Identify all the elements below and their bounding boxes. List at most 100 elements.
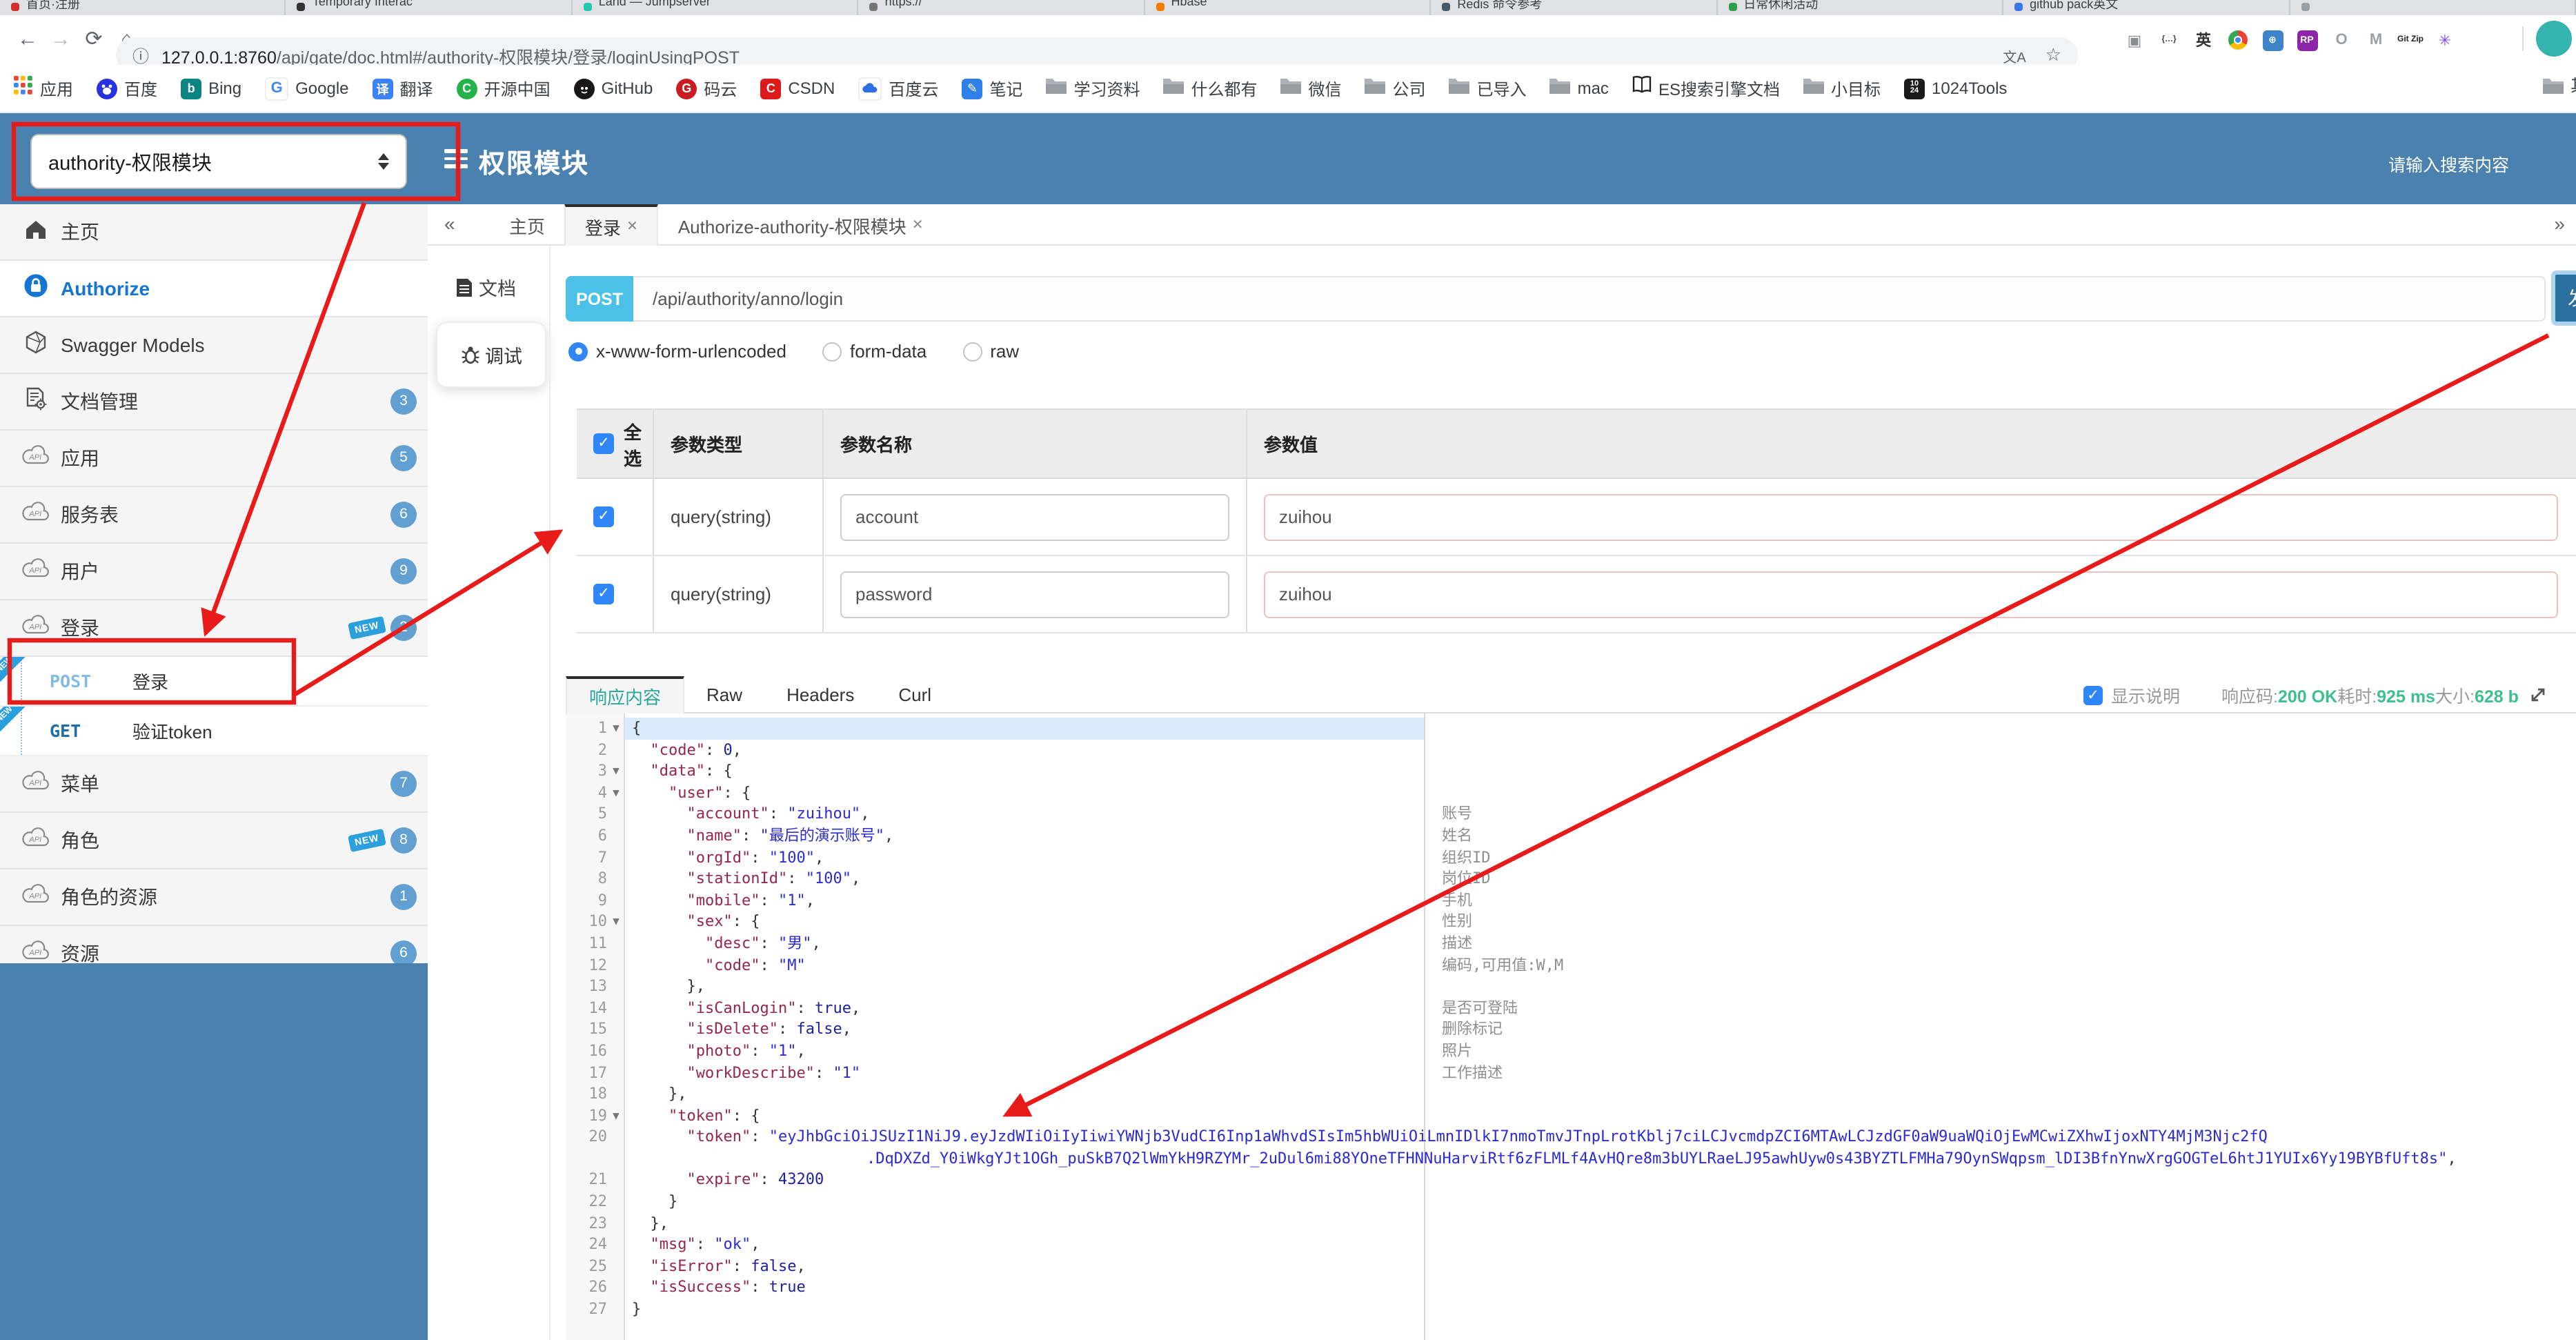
sidebar-item-主页[interactable]: 主页 <box>0 204 428 261</box>
fold-arrow-icon[interactable]: ▼ <box>608 782 624 804</box>
tab-document[interactable]: 文档 <box>455 273 516 301</box>
browser-tab[interactable]: Temporary Interac <box>286 0 573 15</box>
json-brackets-icon[interactable]: {…} <box>2155 26 2183 54</box>
bookmark-item[interactable]: C CSDN <box>760 78 835 99</box>
sidebar-item-Authorize[interactable]: Authorize <box>0 261 428 317</box>
close-tab-icon[interactable]: ✕ <box>626 219 638 234</box>
sidebar-item-服务表[interactable]: API 服务表 6 <box>0 487 428 544</box>
sidebar-item-应用[interactable]: API 应用 5 <box>0 431 428 487</box>
bookmark-item[interactable]: 公司 <box>1365 76 1426 101</box>
response-tab[interactable]: 响应内容 <box>566 676 685 713</box>
gitzip-icon[interactable]: Git Zip <box>2397 26 2424 54</box>
browser-tab[interactable]: Hbase <box>1145 0 1431 15</box>
browser-tab-strip[interactable]: 首页·注册 Temporary Interac Land — Jumpserver h… <box>0 0 2576 15</box>
expand-response-icon[interactable] <box>2530 686 2548 704</box>
bookmark-item[interactable]: ✎ 笔记 <box>962 77 1022 100</box>
translate-en-icon[interactable]: 英 <box>2190 26 2217 54</box>
globe-icon[interactable]: ⊕ <box>2259 26 2286 54</box>
content-type-option[interactable]: raw <box>962 341 1019 362</box>
browser-tab[interactable] <box>2290 0 2576 15</box>
expand-tabs-icon[interactable]: » <box>2554 213 2565 235</box>
notes-extension-icon[interactable]: ▣ <box>2121 26 2148 54</box>
param-name-input[interactable]: account <box>840 493 1229 540</box>
content-tab[interactable]: 登录 ✕ <box>564 204 659 246</box>
bookmark-item[interactable]: ES搜索引擎文档 <box>1632 76 1780 101</box>
content-tab[interactable]: 主页 <box>490 204 564 246</box>
sidebar-item-登录[interactable]: API 登录 NEW 2 <box>0 600 428 657</box>
page-info-icon[interactable]: ⓘ <box>132 43 149 67</box>
response-tab[interactable]: Raw <box>684 676 764 713</box>
bookmark-item[interactable]: GitHub <box>573 78 653 99</box>
back-icon[interactable]: ← <box>11 22 44 58</box>
tab-debug[interactable]: 调试 <box>436 322 546 388</box>
sidebar-item-Swagger Models[interactable]: Swagger Models <box>0 317 428 374</box>
send-button[interactable]: 发 <box>2551 270 2576 326</box>
bookmark-item[interactable]: 小目标 <box>1803 76 1881 101</box>
fold-arrow-icon[interactable]: ▼ <box>608 1105 624 1126</box>
request-path-field[interactable]: /api/authority/anno/login <box>633 276 2546 322</box>
bookmark-item[interactable]: G 码云 <box>676 77 737 100</box>
radio-icon[interactable] <box>568 342 588 361</box>
axure-rp-icon[interactable]: RP <box>2293 26 2321 54</box>
browser-tab[interactable]: Land — Jumpserver <box>573 0 859 15</box>
bookmark-item[interactable]: G Google <box>265 77 349 100</box>
bookmark-item[interactable]: 微信 <box>1280 76 1342 101</box>
bookmark-item[interactable]: b Bing <box>181 78 241 99</box>
reload-icon[interactable]: ⟳ <box>77 22 110 58</box>
bookmark-item[interactable]: 已导入 <box>1449 76 1527 101</box>
show-note-checkbox[interactable]: ✓ <box>2083 685 2103 705</box>
param-checkbox[interactable]: ✓ <box>593 584 614 604</box>
show-note-toggle[interactable]: ✓ 显示说明 <box>2083 682 2180 708</box>
content-type-option[interactable]: form-data <box>822 341 927 362</box>
bookmark-other[interactable]: 其他书签 <box>2543 73 2576 97</box>
bookmark-item[interactable]: 译翻译 <box>372 77 433 100</box>
browser-tab[interactable]: https:// <box>859 0 1145 15</box>
bookmark-item[interactable]: 应用 <box>14 75 73 101</box>
param-value-input[interactable]: zuihou <box>1264 571 2558 618</box>
module-select[interactable]: authority-权限模块 <box>30 134 407 189</box>
search-input[interactable]: 请输入搜索内容 <box>2388 150 2509 177</box>
sidebar-item-角色的资源[interactable]: API 角色的资源 1 <box>0 869 428 926</box>
fold-arrow-icon[interactable]: ▼ <box>608 718 624 739</box>
sidebar-endpoint-get[interactable]: NEW GET 验证token <box>0 707 428 756</box>
collapse-tabs-icon[interactable]: « <box>444 213 455 235</box>
bookmark-item[interactable]: C 开源中国 <box>456 77 551 100</box>
close-tab-icon[interactable]: ✕ <box>912 217 924 233</box>
radio-icon[interactable] <box>822 342 842 361</box>
bookmark-item[interactable]: 百度云 <box>858 77 938 100</box>
bookmark-item[interactable]: mac <box>1549 76 1609 101</box>
bookmark-item[interactable]: 学习资料 <box>1046 76 1140 101</box>
bookmark-item[interactable]: 百度 <box>97 77 157 100</box>
param-value-input[interactable]: zuihou <box>1264 493 2558 540</box>
oval-icon[interactable]: O <box>2328 26 2355 54</box>
asterisk-icon[interactable]: ✳ <box>2431 26 2459 54</box>
bookmark-item[interactable]: 什么都有 <box>1163 76 1258 101</box>
sidebar-endpoint-post[interactable]: NEW POST 登录 <box>0 657 428 707</box>
chrome-icon[interactable] <box>2224 26 2252 54</box>
translate-page-icon[interactable]: 文A <box>2003 45 2025 66</box>
menu-hamburger-icon[interactable] <box>444 149 468 168</box>
browser-tab[interactable]: Redis 命令参考 <box>1431 0 1718 15</box>
bookmark-star-icon[interactable]: ☆ <box>2045 44 2061 66</box>
sidebar-item-菜单[interactable]: API 菜单 7 <box>0 756 428 813</box>
fold-arrow-icon[interactable]: ▼ <box>608 912 624 933</box>
sidebar-item-文档管理[interactable]: 文档管理 3 <box>0 374 428 431</box>
browser-tab[interactable]: github pack英文 <box>2003 0 2290 15</box>
param-name-input[interactable]: password <box>840 571 1229 618</box>
sidebar-item-用户[interactable]: API 用户 9 <box>0 544 428 600</box>
radio-icon[interactable] <box>962 342 982 361</box>
sidebar-item-角色[interactable]: API 角色 NEW 8 <box>0 813 428 869</box>
bookmark-item[interactable]: 10 24 1024Tools <box>1904 78 2007 99</box>
fold-arrow-icon[interactable]: ▼ <box>608 760 624 782</box>
browser-tab[interactable]: 日常休闲活动 <box>1717 0 2004 15</box>
response-tab[interactable]: Headers <box>764 676 876 713</box>
response-body-viewer[interactable]: 1 ▼{2 "code": 0, 3 ▼ "data": {4 ▼ "user": {5… <box>566 713 2576 1340</box>
response-tab[interactable]: Curl <box>876 676 953 713</box>
content-tab[interactable]: Authorize-authority-权限模块 ✕ <box>659 204 943 246</box>
arrow-m-icon[interactable]: M <box>2362 26 2390 54</box>
profile-avatar[interactable] <box>2536 21 2572 57</box>
content-type-option[interactable]: x-www-form-urlencoded <box>568 341 786 362</box>
select-all-checkbox[interactable]: ✓ <box>593 433 614 454</box>
browser-tab[interactable]: 首页·注册 <box>0 0 286 15</box>
forward-icon[interactable]: → <box>44 22 77 58</box>
